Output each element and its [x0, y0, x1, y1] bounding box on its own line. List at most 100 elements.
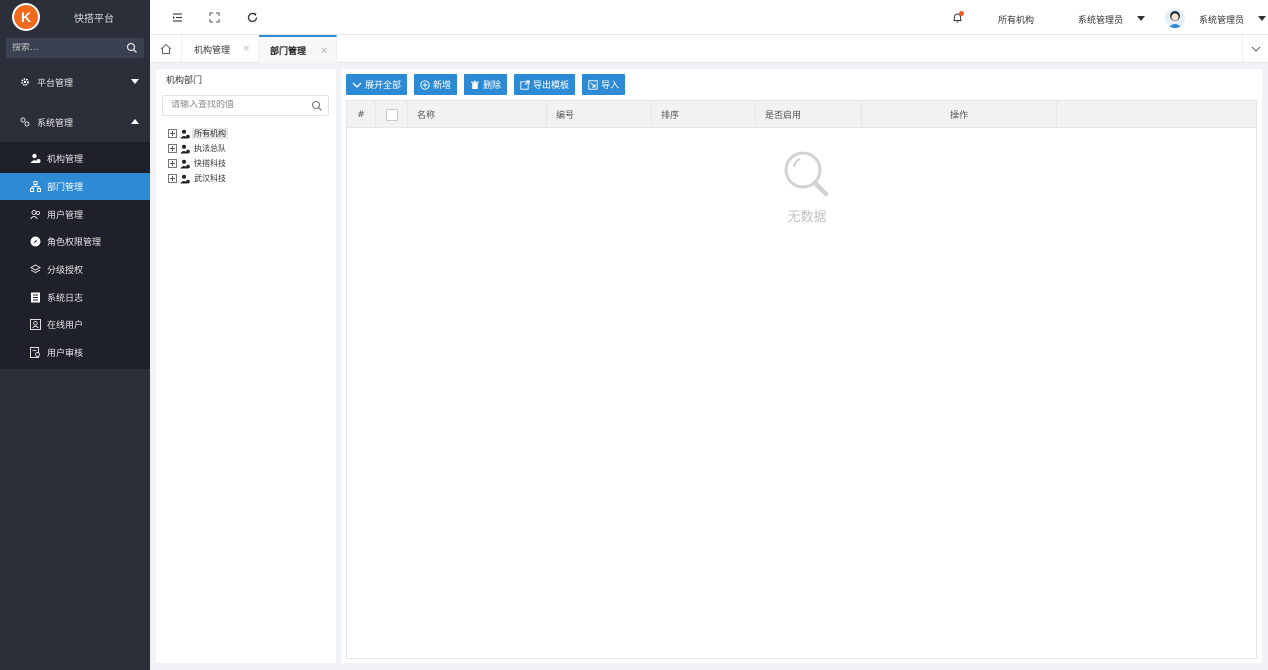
sidebar-item-grading[interactable]: 分级授权: [0, 256, 150, 284]
plus-circle-icon: [420, 79, 430, 90]
empty-state: 无数据: [777, 147, 837, 225]
sidebar-item-audit[interactable]: 用户审核: [0, 339, 150, 367]
delete-button[interactable]: 删除: [464, 74, 508, 95]
column-header-actions: 操作: [862, 101, 1057, 128]
sidebar-search-input[interactable]: [12, 43, 122, 53]
chevron-down-icon: [352, 82, 362, 88]
tree-node[interactable]: 执法总队: [168, 141, 228, 156]
chevron-down-icon[interactable]: [1137, 16, 1145, 21]
link-icon: [20, 117, 30, 127]
tab-label: 机构管理: [194, 45, 231, 56]
export-template-button[interactable]: 导出模板: [514, 74, 576, 95]
chevron-down-icon: [131, 79, 139, 84]
tab-bar: 机构管理 × 部门管理 ×: [150, 35, 1268, 63]
org-tree: 所有机构 执法总队 快搭科技 武汉科技: [168, 126, 228, 186]
sidebar-item-roles[interactable]: 角色权限管理: [0, 228, 150, 256]
sidebar-item-logs[interactable]: 系统日志: [0, 283, 150, 311]
column-header-code[interactable]: 编号: [547, 101, 652, 128]
user-name[interactable]: 系统管理员: [1199, 13, 1244, 26]
org-users-icon: [180, 144, 190, 153]
sidebar-search: [6, 38, 144, 58]
sidebar-item-users[interactable]: 用户管理: [0, 200, 150, 228]
tab-more-button[interactable]: [1242, 35, 1268, 63]
top-header: 所有机构 系统管理员 系统管理员: [150, 0, 1268, 35]
sidebar-item-org[interactable]: 机构管理: [0, 145, 150, 173]
import-button[interactable]: 导入: [582, 74, 626, 95]
menu-group-label: 系统管理: [37, 118, 74, 129]
close-icon[interactable]: ×: [320, 46, 328, 56]
toolbar: 展开全部 新增 删除 导出模板 导入: [346, 74, 632, 96]
sidebar-item-label: 角色权限管理: [47, 238, 102, 249]
button-label: 导出模板: [533, 81, 570, 91]
audit-icon: [30, 347, 40, 359]
button-label: 导入: [601, 81, 620, 91]
button-label: 展开全部: [365, 81, 402, 91]
add-button[interactable]: 新增: [414, 74, 458, 95]
fullscreen-icon[interactable]: [209, 12, 220, 23]
empty-text: 无数据: [787, 210, 827, 225]
expand-icon[interactable]: [168, 144, 177, 153]
chevron-down-icon[interactable]: [1258, 16, 1266, 21]
column-header-index: #: [347, 101, 376, 128]
tab-dept-management[interactable]: 部门管理 ×: [259, 35, 337, 63]
tree-node-label[interactable]: 快搭科技: [192, 158, 228, 169]
button-label: 新增: [433, 81, 452, 91]
brand: K 快搭平台: [0, 0, 150, 34]
sidebar-item-label: 在线用户: [47, 321, 84, 332]
tree-node[interactable]: 快搭科技: [168, 156, 228, 171]
expand-icon[interactable]: [168, 174, 177, 183]
user-card-icon: [30, 319, 41, 331]
refresh-icon[interactable]: [247, 12, 258, 23]
tab-label: 部门管理: [270, 46, 307, 57]
button-label: 删除: [483, 81, 502, 91]
tree-node[interactable]: 武汉科技: [168, 171, 228, 186]
layers-icon: [30, 264, 41, 274]
expand-icon[interactable]: [168, 159, 177, 168]
tree-node[interactable]: 所有机构: [168, 126, 228, 141]
export-icon: [520, 79, 530, 90]
menu-group-platform[interactable]: 平台管理: [0, 62, 150, 102]
column-header-name[interactable]: 名称: [408, 101, 547, 128]
org-users-icon: [30, 154, 41, 164]
select-all-checkbox[interactable]: [385, 108, 398, 121]
expand-all-button[interactable]: 展开全部: [346, 74, 408, 95]
org-selector[interactable]: 所有机构: [998, 13, 1034, 26]
tree-node-label[interactable]: 执法总队: [192, 143, 228, 154]
column-header-enabled[interactable]: 是否启用: [756, 101, 862, 128]
table-header: # 名称 编号 排序 是否启用 操作: [347, 101, 1256, 128]
role-selector[interactable]: 系统管理员: [1078, 13, 1123, 26]
org-dept-panel: 机构部门 所有机构 执法总队 快搭科技 武汉科技: [156, 69, 336, 663]
avatar[interactable]: [1165, 8, 1185, 28]
expand-icon[interactable]: [168, 129, 177, 138]
menu-group-system[interactable]: 系统管理: [0, 102, 150, 142]
column-header-sort[interactable]: 排序: [652, 101, 756, 128]
sidebar: K 快搭平台 平台管理 系统管理 机构管理 部门管理 用户管理 角色权限管理: [0, 0, 150, 670]
org-users-icon: [180, 129, 190, 138]
tab-home[interactable]: [150, 35, 182, 63]
notification-badge: [959, 11, 964, 16]
column-header-select: [376, 101, 408, 128]
chevron-down-icon: [1251, 46, 1260, 52]
menu-fold-icon[interactable]: [172, 12, 183, 23]
search-icon[interactable]: [311, 100, 323, 112]
sidebar-item-online[interactable]: 在线用户: [0, 311, 150, 339]
sidebar-item-label: 用户审核: [47, 349, 84, 360]
app-logo[interactable]: K: [12, 3, 40, 31]
tree-node-label[interactable]: 武汉科技: [192, 173, 228, 184]
sidebar-item-label: 机构管理: [47, 155, 84, 166]
sidebar-item-label: 用户管理: [47, 210, 84, 221]
app-name: 快搭平台: [74, 13, 114, 25]
tree-search-input[interactable]: [171, 100, 301, 110]
tree-node-label[interactable]: 所有机构: [192, 128, 228, 139]
home-icon: [160, 43, 171, 54]
close-icon[interactable]: ×: [242, 44, 250, 54]
sidebar-item-dept[interactable]: 部门管理: [0, 172, 150, 201]
search-icon[interactable]: [126, 42, 138, 54]
org-chart-icon: [30, 181, 41, 193]
users-icon: [30, 209, 41, 220]
tab-org-management[interactable]: 机构管理 ×: [183, 35, 259, 63]
sidebar-empty-area: [0, 369, 150, 670]
org-users-icon: [180, 159, 190, 168]
sidebar-item-label: 系统日志: [47, 293, 84, 304]
chevron-up-icon: [131, 119, 139, 124]
